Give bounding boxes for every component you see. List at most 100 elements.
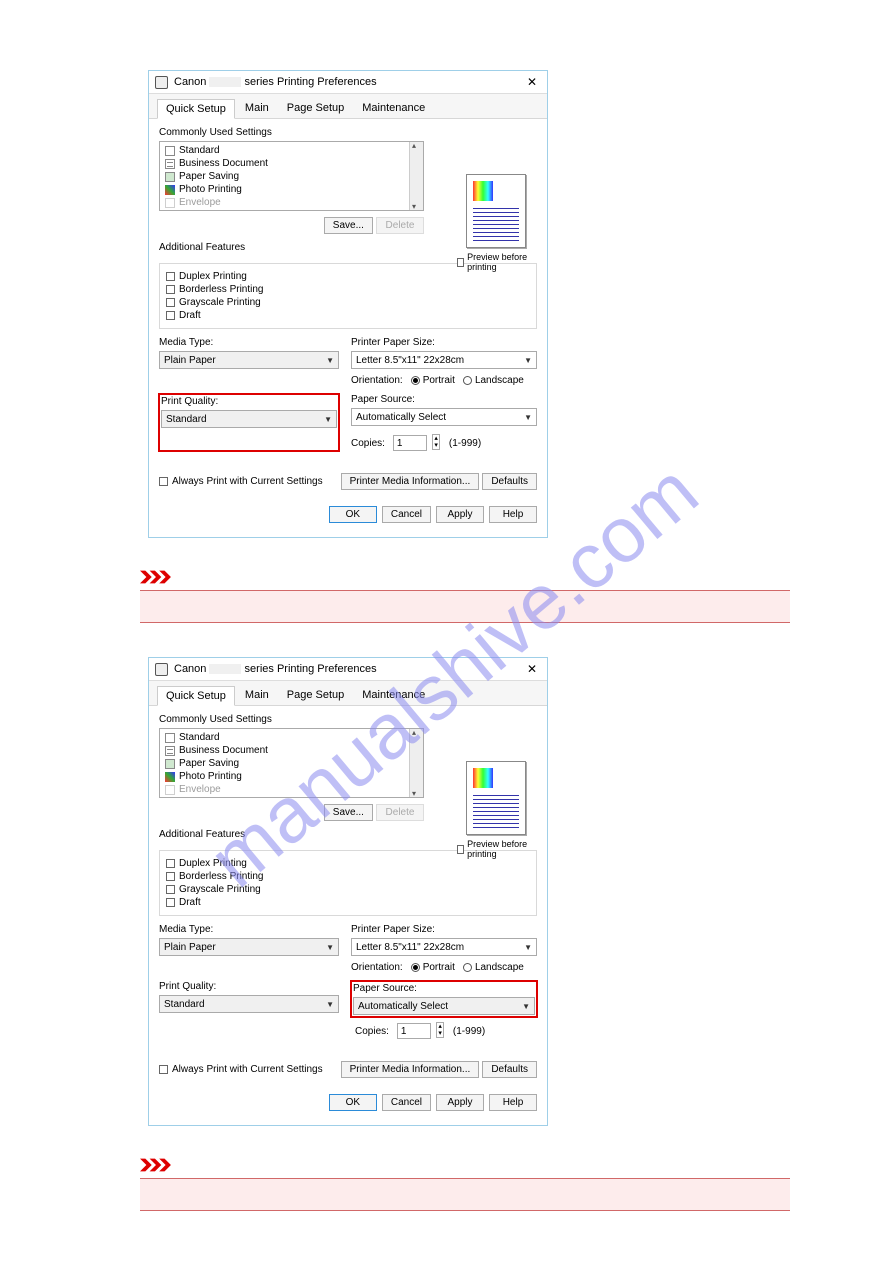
orientation-row: Orientation: Portrait Landscape: [351, 375, 537, 386]
list-item: Standard: [162, 144, 407, 157]
delete-button: Delete: [376, 804, 424, 821]
additional-features-box: Duplex Printing Borderless Printing Gray…: [159, 850, 537, 916]
doc-icon: [165, 146, 175, 156]
apply-button[interactable]: Apply: [436, 506, 484, 523]
print-dialog-1: Canon series Printing Preferences ✕ Quic…: [148, 70, 548, 538]
landscape-radio[interactable]: Landscape: [463, 962, 524, 973]
ok-button[interactable]: OK: [329, 506, 377, 523]
tab-main[interactable]: Main: [237, 99, 277, 118]
important-marker: [140, 570, 790, 584]
preview-checkbox[interactable]: Preview before printing: [457, 252, 535, 272]
media-type-label: Media Type:: [159, 924, 339, 935]
tab-quick-setup[interactable]: Quick Setup: [157, 99, 235, 119]
doc-icon: [165, 733, 175, 743]
copies-spinner[interactable]: 1: [393, 435, 427, 451]
cancel-button[interactable]: Cancel: [382, 506, 431, 523]
paper-source-group-highlighted: Paper Source: Automatically Select▼: [351, 981, 537, 1017]
page-saving-icon: [165, 759, 175, 769]
print-dialog-2: Canon series Printing Preferences ✕ Quic…: [148, 657, 548, 1126]
envelope-icon: [165, 785, 175, 795]
scrollbar[interactable]: [409, 142, 423, 210]
dialog-title: Canon series Printing Preferences: [174, 663, 523, 675]
draft-checkbox[interactable]: Draft: [166, 309, 530, 322]
paper-source-select[interactable]: Automatically Select▼: [351, 408, 537, 426]
tab-page-setup[interactable]: Page Setup: [279, 99, 353, 118]
media-type-select[interactable]: Plain Paper▼: [159, 938, 339, 956]
commonly-used-label: Commonly Used Settings: [159, 714, 537, 725]
borderless-checkbox[interactable]: Borderless Printing: [166, 283, 530, 296]
portrait-radio[interactable]: Portrait: [411, 962, 455, 973]
paper-size-select[interactable]: Letter 8.5"x11" 22x28cm▼: [351, 351, 537, 369]
defaults-button[interactable]: Defaults: [482, 1061, 537, 1078]
copies-label: Copies:: [355, 1026, 389, 1037]
chevron-down-icon: ▼: [326, 356, 334, 365]
paper-size-label: Printer Paper Size:: [351, 924, 537, 935]
tab-bar: Quick Setup Main Page Setup Maintenance: [149, 681, 547, 706]
tab-page-setup[interactable]: Page Setup: [279, 686, 353, 705]
dialog-title: Canon series Printing Preferences: [174, 76, 523, 88]
list-item: Business Document: [162, 744, 407, 757]
save-button[interactable]: Save...: [324, 804, 373, 821]
printer-media-info-button[interactable]: Printer Media Information...: [341, 1061, 480, 1078]
help-button[interactable]: Help: [489, 1094, 537, 1111]
defaults-button[interactable]: Defaults: [482, 473, 537, 490]
doc-lines-icon: [165, 159, 175, 169]
media-type-select[interactable]: Plain Paper▼: [159, 351, 339, 369]
chevron-down-icon: ▼: [324, 415, 332, 424]
copies-range: (1-999): [453, 1026, 485, 1037]
printer-media-info-button[interactable]: Printer Media Information...: [341, 473, 480, 490]
portrait-radio[interactable]: Portrait: [411, 375, 455, 386]
chevron-down-icon: ▼: [524, 356, 532, 365]
close-icon[interactable]: ✕: [523, 662, 541, 676]
always-print-checkbox[interactable]: Always Print with Current Settings: [159, 475, 323, 488]
delete-button: Delete: [376, 217, 424, 234]
paper-size-select[interactable]: Letter 8.5"x11" 22x28cm▼: [351, 938, 537, 956]
print-quality-select[interactable]: Standard▼: [159, 995, 339, 1013]
settings-listbox[interactable]: Standard Business Document Paper Saving …: [159, 728, 424, 798]
preview-thumbnail: [466, 174, 526, 248]
print-quality-label: Print Quality:: [159, 981, 339, 992]
landscape-radio[interactable]: Landscape: [463, 375, 524, 386]
close-icon[interactable]: ✕: [523, 75, 541, 89]
draft-checkbox[interactable]: Draft: [166, 896, 530, 909]
photo-icon: [165, 185, 175, 195]
print-quality-label: Print Quality:: [161, 396, 337, 407]
tab-main[interactable]: Main: [237, 686, 277, 705]
list-item: Photo Printing: [162, 770, 407, 783]
tab-maintenance[interactable]: Maintenance: [354, 99, 433, 118]
settings-listbox[interactable]: Standard Business Document Paper Saving …: [159, 141, 424, 211]
apply-button[interactable]: Apply: [436, 1094, 484, 1111]
always-print-checkbox[interactable]: Always Print with Current Settings: [159, 1063, 323, 1076]
scrollbar[interactable]: [409, 729, 423, 797]
copies-range: (1-999): [449, 438, 481, 449]
printer-icon: [155, 76, 168, 89]
paper-size-label: Printer Paper Size:: [351, 337, 537, 348]
list-item: Paper Saving: [162, 170, 407, 183]
print-quality-select[interactable]: Standard▼: [161, 410, 337, 428]
paper-source-select[interactable]: Automatically Select▼: [353, 997, 535, 1015]
chevrons-icon: [140, 570, 172, 584]
list-item: Envelope: [162, 196, 407, 209]
tab-maintenance[interactable]: Maintenance: [354, 686, 433, 705]
help-button[interactable]: Help: [489, 506, 537, 523]
preview-thumbnail: [466, 761, 526, 835]
important-note-band: [140, 591, 790, 623]
cancel-button[interactable]: Cancel: [382, 1094, 431, 1111]
copies-spinner[interactable]: 1: [397, 1023, 431, 1039]
chevron-down-icon: ▼: [522, 1002, 530, 1011]
envelope-icon: [165, 198, 175, 208]
title-bar: Canon series Printing Preferences ✕: [149, 71, 547, 94]
preview-checkbox[interactable]: Preview before printing: [457, 839, 535, 859]
grayscale-checkbox[interactable]: Grayscale Printing: [166, 883, 530, 896]
ok-button[interactable]: OK: [329, 1094, 377, 1111]
tab-quick-setup[interactable]: Quick Setup: [157, 686, 235, 706]
list-item: Business Document: [162, 157, 407, 170]
important-marker: [140, 1158, 790, 1172]
title-bar: Canon series Printing Preferences ✕: [149, 658, 547, 681]
page-content: Canon series Printing Preferences ✕ Quic…: [140, 70, 790, 1245]
preview-pane: Preview before printing: [457, 761, 535, 859]
commonly-used-label: Commonly Used Settings: [159, 127, 537, 138]
save-button[interactable]: Save...: [324, 217, 373, 234]
grayscale-checkbox[interactable]: Grayscale Printing: [166, 296, 530, 309]
borderless-checkbox[interactable]: Borderless Printing: [166, 870, 530, 883]
